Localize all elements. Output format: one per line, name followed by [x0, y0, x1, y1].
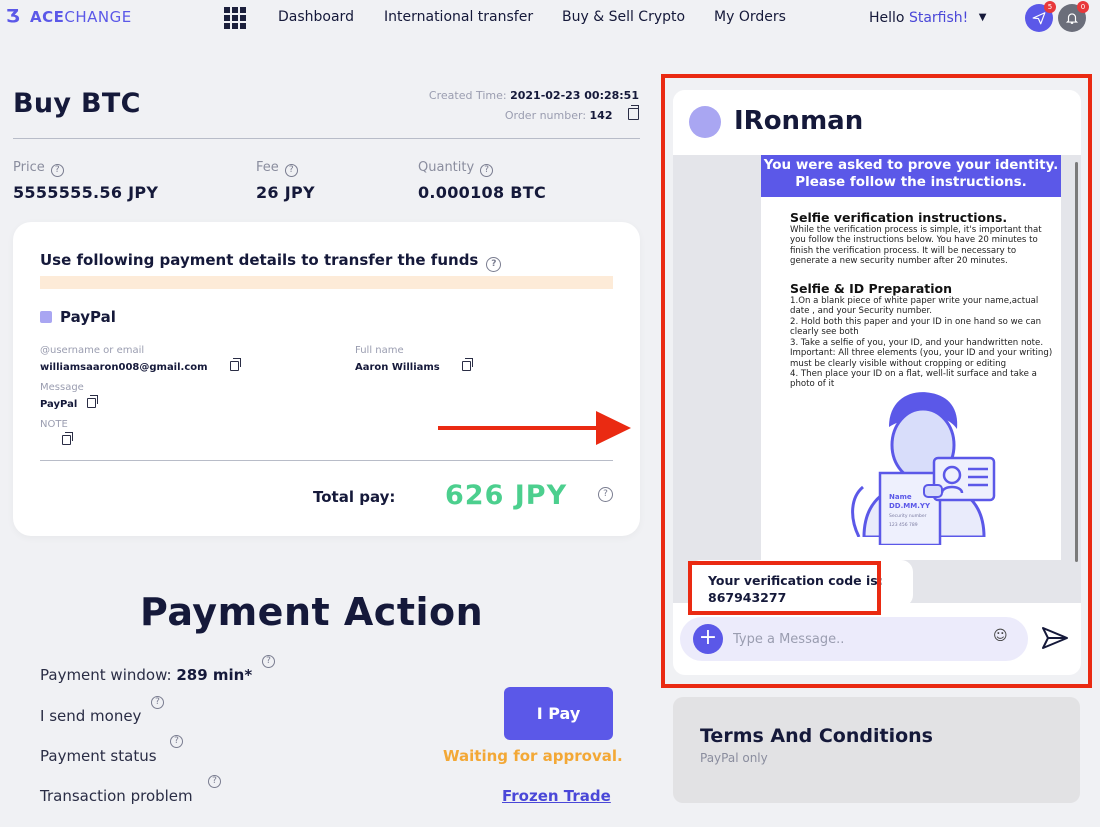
username: Starfish! [908, 10, 969, 26]
prep-step-2: 2. Hold both this paper and your ID in o… [790, 317, 1042, 338]
terms-subtitle: PayPal only [700, 751, 768, 765]
frozen-trade-link[interactable]: Frozen Trade [502, 787, 611, 805]
chevron-down-icon: ▼ [978, 12, 987, 23]
send-icon[interactable] [1041, 626, 1069, 650]
fullname-value: Aaron Williams [355, 358, 473, 373]
send-money-label: I send money [40, 707, 142, 725]
apps-grid-icon[interactable] [224, 7, 246, 29]
prep-step-3: 3. Take a selfie of you, your ID, and yo… [790, 338, 1053, 369]
quantity-label: Quantity? [418, 160, 494, 177]
fee-label: Fee? [256, 160, 298, 177]
annotation-arrow-icon [438, 411, 631, 445]
bell-icon [1065, 13, 1079, 24]
greeting: Hello [869, 10, 905, 26]
help-icon[interactable]: ? [151, 696, 164, 709]
nav-international-transfer[interactable]: International transfer [384, 9, 533, 25]
transaction-problem-label: Transaction problem [40, 787, 193, 805]
help-icon[interactable]: ? [50, 164, 64, 177]
help-icon[interactable]: ? [284, 164, 298, 177]
copy-icon[interactable] [628, 105, 639, 120]
note-value [52, 432, 73, 447]
created-time: Created Time: 2021-02-23 00:28:51 [428, 89, 639, 102]
total-value: 626 JPY [445, 480, 568, 511]
help-icon[interactable]: ? [480, 164, 494, 177]
chat-scrollbar[interactable] [1075, 162, 1078, 562]
copy-icon[interactable] [62, 432, 73, 445]
user-menu[interactable]: Hello Starfish! ▼ [869, 10, 986, 26]
username-label: @username or email [40, 345, 145, 356]
code-highlight-frame [688, 561, 881, 615]
brand-logo[interactable]: Ʒ ACECHANGE [6, 6, 132, 27]
prep-step-1: 1.On a blank piece of white paper write … [790, 296, 1039, 317]
selfie-heading: Selfie verification instructions. [790, 210, 1008, 225]
price-value: 5555555.56 JPY [13, 183, 159, 202]
instructions-banner: You were asked to prove your identity. P… [761, 155, 1061, 197]
username-value: williamsaaron008@gmail.com [40, 358, 241, 373]
help-icon[interactable]: ? [486, 257, 502, 272]
help-icon[interactable]: ? [262, 655, 275, 668]
copy-icon[interactable] [87, 395, 99, 408]
note-label: NOTE [40, 419, 68, 430]
ace-logo-icon: Ʒ [6, 6, 20, 27]
prep-heading: Selfie & ID Preparation [790, 281, 953, 296]
message-label: Message [40, 382, 84, 393]
messages-badge: 5 [1044, 1, 1056, 13]
avatar [689, 106, 721, 138]
notifications-button[interactable]: 0 [1058, 1, 1089, 32]
selfie-text: While the verification process is simple… [790, 225, 1042, 267]
total-label: Total pay: [313, 488, 396, 506]
help-icon[interactable]: ? [208, 775, 221, 788]
price-label: Price? [13, 160, 64, 177]
fee-value: 26 JPY [256, 183, 315, 202]
nav-my-orders[interactable]: My Orders [714, 9, 786, 25]
card-number-text: 123 456 789 [889, 523, 918, 528]
header-divider [13, 138, 640, 139]
payment-status-value: Waiting for approval. [443, 747, 623, 765]
card-title: Use following payment details to transfe… [40, 251, 502, 272]
payment-action-title: Payment Action [140, 590, 484, 634]
top-nav: Ʒ ACECHANGE Dashboard International tran… [0, 0, 1100, 36]
message-value: PayPal [40, 395, 99, 410]
card-date-text: DD.MM.YY [889, 502, 931, 510]
help-icon[interactable]: ? [170, 735, 183, 748]
chat-contact-name: IRonman [734, 106, 864, 136]
page-title: Buy BTC [13, 88, 141, 119]
payment-window-row: Payment window: 289 min* [40, 666, 253, 684]
emoji-icon[interactable]: ☺ [993, 628, 1009, 644]
fullname-label: Full name [355, 345, 404, 356]
order-number: Order number: 142 [505, 105, 639, 122]
payment-details-card: Use following payment details to transfe… [13, 222, 640, 536]
quantity-value: 0.000108 BTC [418, 183, 547, 202]
card-security-text: Security number [889, 514, 927, 519]
verification-instructions-image[interactable]: You were asked to prove your identity. P… [761, 155, 1061, 560]
copy-icon[interactable] [229, 358, 241, 371]
terms-card[interactable]: Terms And Conditions PayPal only [673, 697, 1080, 803]
paper-plane-icon [1032, 12, 1046, 25]
i-pay-button[interactable]: I Pay [504, 687, 613, 740]
nav-dashboard[interactable]: Dashboard [278, 9, 354, 25]
message-input[interactable] [733, 624, 983, 654]
payment-status-label: Payment status [40, 747, 157, 765]
terms-title: Terms And Conditions [700, 725, 933, 747]
notice-bar [40, 276, 613, 289]
card-name-text: Name [889, 493, 912, 501]
copy-icon[interactable] [461, 358, 473, 371]
attach-button[interactable]: + [693, 624, 723, 654]
nav-buy-sell-crypto[interactable]: Buy & Sell Crypto [562, 9, 685, 25]
payment-method: PayPal [40, 308, 116, 326]
notifications-badge: 0 [1077, 1, 1089, 13]
paypal-marker-icon [40, 311, 52, 323]
card-divider [40, 460, 613, 461]
chat-header: IRonman [673, 90, 1081, 155]
messages-button[interactable]: 5 [1025, 1, 1056, 32]
help-icon[interactable]: ? [598, 480, 613, 502]
brand-name: ACECHANGE [30, 8, 132, 26]
